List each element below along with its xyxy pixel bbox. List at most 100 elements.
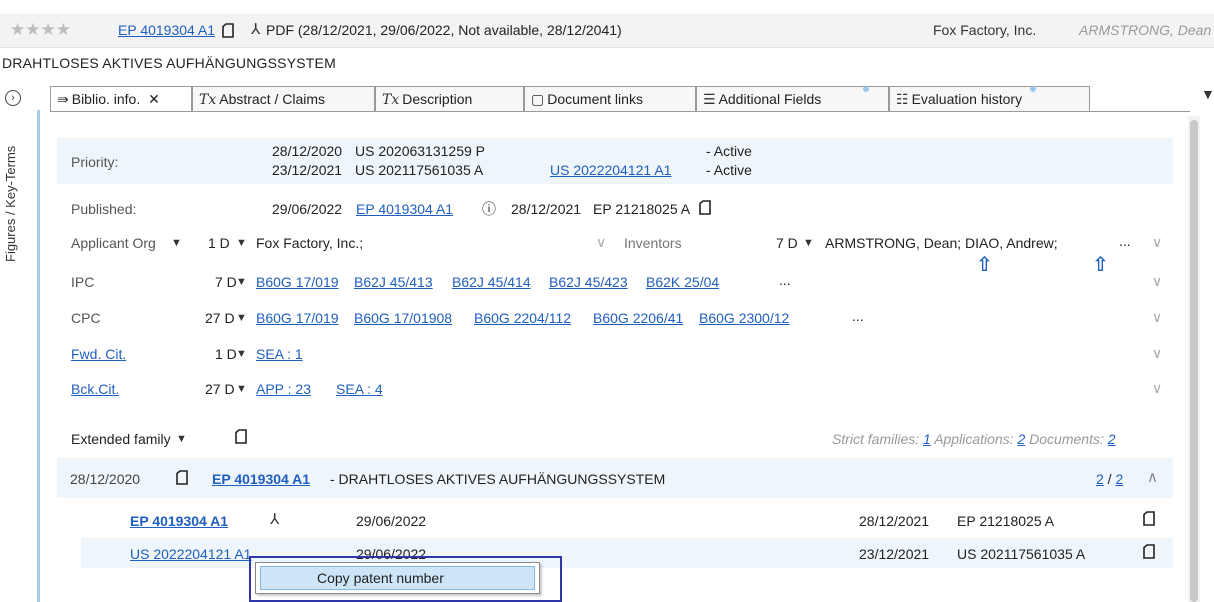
priority-link[interactable]: US 2022204121 A1 xyxy=(550,162,671,178)
tab-description[interactable]: Tx Description xyxy=(375,86,524,112)
tab-additional-fields[interactable]: ☰ Additional Fields xyxy=(696,86,889,112)
collapse-chevron-icon[interactable]: ∧ xyxy=(1147,468,1158,486)
cpc-code-link[interactable]: B60G 2204/112 xyxy=(474,310,571,326)
priority-label: Priority: xyxy=(71,154,119,170)
row-expand-chevron-icon[interactable]: ∨ xyxy=(1152,380,1162,397)
row-expand-chevron-icon[interactable]: ∨ xyxy=(1152,273,1162,290)
inventors-label[interactable]: Inventors xyxy=(624,235,682,251)
notification-dot xyxy=(1030,86,1036,92)
copy-icon[interactable] xyxy=(176,470,188,488)
applications-link[interactable]: 2 xyxy=(1017,431,1025,447)
copy-icon[interactable] xyxy=(699,200,711,218)
up-arrow-icon: ⇧ xyxy=(1092,254,1109,276)
applicant-dropdown-icon[interactable]: ▼ xyxy=(171,237,182,249)
pdf-link[interactable]: PDF (28/12/2021, 29/06/2022, Not availab… xyxy=(266,22,622,38)
copy-icon[interactable] xyxy=(222,23,234,41)
applicant-count-dropdown-icon[interactable]: ▼ xyxy=(236,237,247,249)
scrollbar-thumb[interactable] xyxy=(1190,120,1198,602)
pdf-icon[interactable]: ⅄ xyxy=(270,510,279,528)
pager-separator: / xyxy=(1103,471,1116,487)
copy-icon[interactable] xyxy=(1143,544,1155,562)
ipc-dropdown-icon[interactable]: ▼ xyxy=(236,276,247,288)
pdf-icon[interactable]: ⅄ xyxy=(251,20,260,38)
ipc-label: IPC xyxy=(71,274,95,290)
applicant-org-label[interactable]: Applicant Org xyxy=(71,235,156,251)
tab-label: Additional Fields xyxy=(718,91,822,107)
figures-key-terms-tab[interactable]: Figures / Key-Terms xyxy=(3,146,18,262)
document-icon: ▢ xyxy=(531,91,545,107)
cpc-code-link[interactable]: B60G 2206/41 xyxy=(593,310,683,326)
bck-cit-label-link[interactable]: Bck.Cit. xyxy=(71,381,119,397)
bck-cit-link[interactable]: SEA : 4 xyxy=(336,381,383,397)
row-expand-chevron-icon[interactable]: ∨ xyxy=(1152,309,1162,326)
tab-label: Abstract / Claims xyxy=(219,91,326,107)
expand-sidebar-icon[interactable]: › xyxy=(5,90,21,106)
tab-evaluation-history[interactable]: ☷ Evaluation history xyxy=(889,86,1090,112)
family-row-app-date: 28/12/2021 xyxy=(859,513,930,529)
family-pager[interactable]: 2 / 2 xyxy=(1096,471,1123,487)
document-header: ★★★★ EP 4019304 A1 ⅄ PDF (28/12/2021, 29… xyxy=(0,14,1214,48)
published-app-date: 28/12/2021 xyxy=(511,201,582,217)
row-expand-chevron-icon[interactable]: ∨ xyxy=(1152,345,1162,362)
fwd-cit-link[interactable]: SEA : 1 xyxy=(256,346,303,362)
tab-biblio-info[interactable]: ⇛ Biblio. info. ✕ xyxy=(50,86,192,112)
strict-families-link[interactable]: 1 xyxy=(923,431,931,447)
inventors-chevron-icon[interactable]: ∨ xyxy=(596,234,606,251)
copy-icon[interactable] xyxy=(235,429,247,447)
documents-link[interactable]: 2 xyxy=(1108,431,1116,447)
family-group-number-link[interactable]: EP 4019304 A1 xyxy=(212,471,310,487)
tab-abstract-claims[interactable]: Tx Abstract / Claims xyxy=(192,86,375,112)
family-total[interactable]: 2 xyxy=(1115,471,1123,487)
text-format-icon: Tx xyxy=(199,92,217,108)
cpc-code-link[interactable]: B60G 17/01908 xyxy=(354,310,452,326)
strict-families-label: Strict families: xyxy=(832,431,920,447)
bck-cit-link[interactable]: APP : 23 xyxy=(256,381,311,397)
info-icon[interactable]: ⓘ xyxy=(482,199,496,219)
fields-icon: ☰ xyxy=(703,91,716,107)
fwd-cit-label-link[interactable]: Fwd. Cit. xyxy=(71,346,126,362)
cpc-dropdown-icon[interactable]: ▼ xyxy=(236,312,247,324)
vertical-scrollbar[interactable] xyxy=(1188,116,1200,602)
priority-number: US 202063131259 P xyxy=(355,143,485,159)
header-inventor: ARMSTRONG, Dean xyxy=(1079,22,1212,38)
up-arrow-icon: ⇧ xyxy=(976,254,993,276)
inventors-more[interactable]: ... xyxy=(1119,233,1131,249)
family-page[interactable]: 2 xyxy=(1096,471,1104,487)
rating-stars[interactable]: ★★★★ xyxy=(10,20,71,40)
copy-icon[interactable] xyxy=(1143,511,1155,529)
family-row-number-link[interactable]: US 2022204121 A1 xyxy=(130,546,251,562)
ipc-more[interactable]: ... xyxy=(779,272,791,288)
extended-family-dropdown-icon[interactable]: ▼ xyxy=(176,433,187,445)
ipc-code-link[interactable]: B62J 45/423 xyxy=(549,274,628,290)
tab-label: Description xyxy=(402,91,473,107)
cpc-code-link[interactable]: B60G 17/019 xyxy=(256,310,339,326)
family-row-app-date: 23/12/2021 xyxy=(859,546,930,562)
cpc-more[interactable]: ... xyxy=(852,308,864,324)
published-number-link[interactable]: EP 4019304 A1 xyxy=(356,201,453,217)
applications-label: Applications: xyxy=(934,431,1014,447)
ipc-code-link[interactable]: B62J 45/413 xyxy=(354,274,433,290)
tab-divider xyxy=(50,111,1190,112)
bck-cit-count: 27 D xyxy=(205,381,235,397)
row-expand-chevron-icon[interactable]: ∨ xyxy=(1152,234,1162,251)
applicant-count: 1 D xyxy=(208,235,230,251)
documents-label: Documents: xyxy=(1029,431,1104,447)
bck-cit-dropdown-icon[interactable]: ▼ xyxy=(236,383,247,395)
family-group-title: - DRAHTLOSES AKTIVES AUFHÄNGUNGSSYSTEM xyxy=(330,471,666,487)
header-patent-number-link[interactable]: EP 4019304 A1 xyxy=(118,22,215,38)
tab-document-links[interactable]: ▢ Document links xyxy=(524,86,696,112)
ipc-code-link[interactable]: B62K 25/04 xyxy=(646,274,719,290)
cpc-code-link[interactable]: B60G 2300/12 xyxy=(699,310,789,326)
tab-label: Evaluation history xyxy=(911,91,1023,107)
fwd-cit-dropdown-icon[interactable]: ▼ xyxy=(236,348,247,360)
copy-patent-number-menu-item[interactable]: Copy patent number xyxy=(260,566,535,590)
family-row-number-link[interactable]: EP 4019304 A1 xyxy=(130,513,228,529)
inventors-count-dropdown-icon[interactable]: ▼ xyxy=(803,237,814,249)
ipc-code-link[interactable]: B62J 45/414 xyxy=(452,274,531,290)
extended-family-label[interactable]: Extended family xyxy=(71,431,171,447)
inventors-value: ARMSTRONG, Dean; DIAO, Andrew; xyxy=(825,235,1058,251)
tab-menu-icon[interactable]: ▼ xyxy=(1201,86,1214,102)
fwd-cit-count: 1 D xyxy=(215,346,237,362)
close-icon[interactable]: ✕ xyxy=(148,91,160,107)
ipc-code-link[interactable]: B60G 17/019 xyxy=(256,274,339,290)
